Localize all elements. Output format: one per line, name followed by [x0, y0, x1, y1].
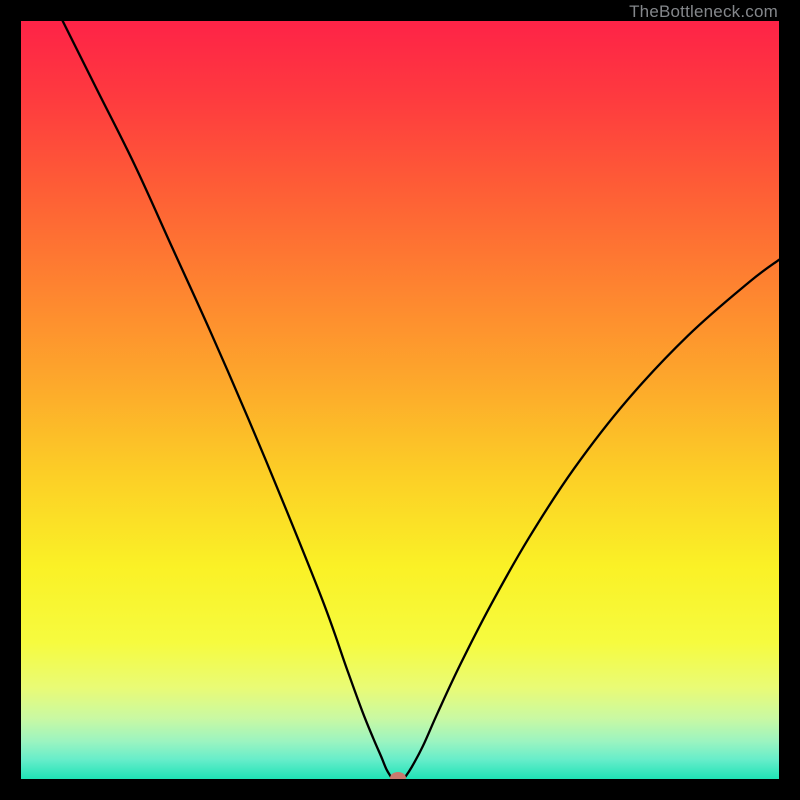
plot-area: [21, 21, 779, 779]
watermark-label: TheBottleneck.com: [629, 2, 778, 22]
chart-frame: TheBottleneck.com: [0, 0, 800, 800]
bottleneck-curve: [21, 21, 779, 779]
optimum-marker: [390, 772, 406, 779]
